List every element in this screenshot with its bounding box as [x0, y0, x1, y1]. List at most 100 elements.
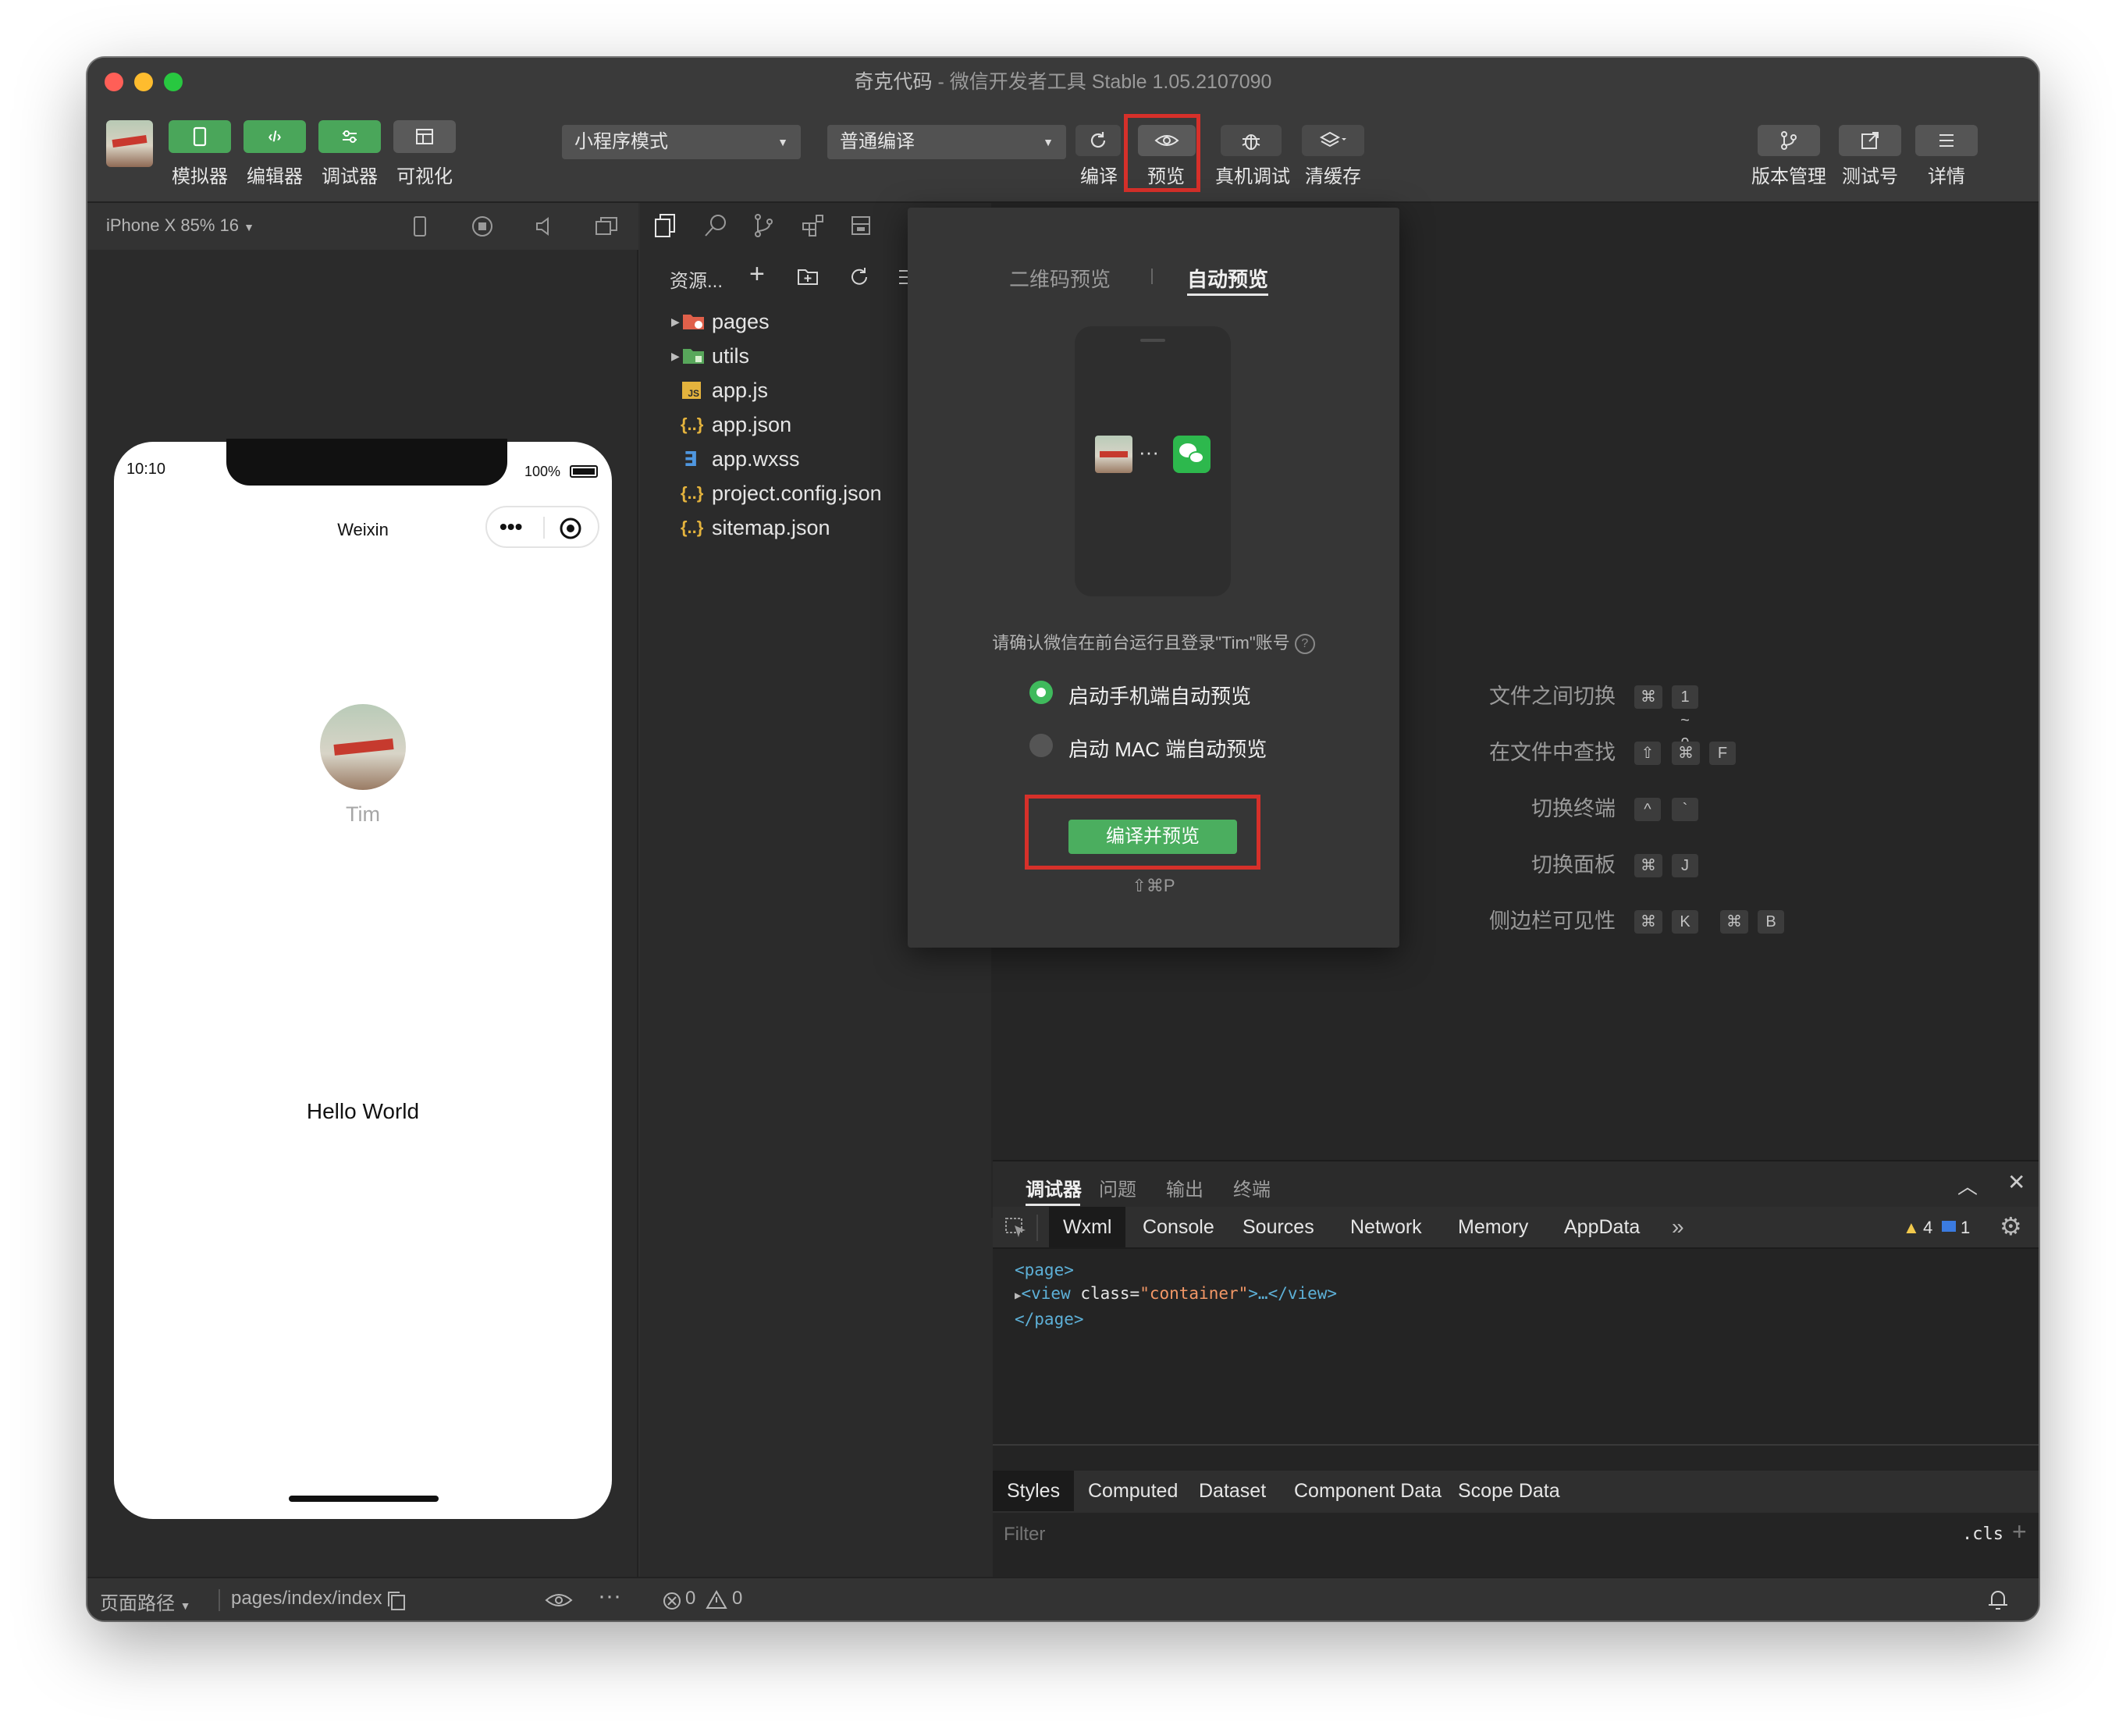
code-line-view[interactable]: ▶<view class="container">…</view>: [1015, 1282, 1337, 1307]
phone-icon: [193, 126, 207, 147]
error-count: 0: [685, 1588, 696, 1609]
page-path-select[interactable]: 页面路径 ▼: [100, 1588, 191, 1615]
stop-icon[interactable]: [470, 214, 495, 239]
more-icon[interactable]: ···: [598, 1583, 621, 1610]
file-item-project-config[interactable]: {..} project.config.json: [671, 476, 882, 510]
bell-icon[interactable]: [1987, 1588, 2009, 1613]
remote-debug-button[interactable]: [1221, 125, 1282, 156]
more-icon[interactable]: •••: [500, 515, 522, 539]
outline-icon[interactable]: [849, 214, 873, 237]
volume-icon[interactable]: [532, 214, 557, 239]
search-icon[interactable]: [702, 212, 729, 239]
styles-tab-component-data[interactable]: Component Data: [1280, 1471, 1456, 1511]
file-item-app-js[interactable]: JS app.js: [671, 373, 882, 407]
shortcut-key: J: [1672, 854, 1698, 877]
file-item-app-wxss[interactable]: ∃ app.wxss: [671, 442, 882, 476]
debugger-toggle-button[interactable]: [318, 120, 381, 153]
files-icon[interactable]: [652, 212, 679, 239]
devtools-tab-console[interactable]: Console: [1129, 1207, 1228, 1247]
message-count: 1: [1961, 1218, 1971, 1237]
wechat-icon: [1173, 436, 1211, 473]
shortcut-label: 文件之间切换: [1489, 685, 1616, 708]
tab-output[interactable]: 输出: [1166, 1174, 1203, 1201]
visual-toggle-button[interactable]: [393, 120, 456, 153]
chevron-down-icon: ▼: [777, 136, 788, 148]
editor-toggle-button[interactable]: ‹/›: [244, 120, 306, 153]
styles-tab-scope-data[interactable]: Scope Data: [1444, 1471, 1574, 1511]
file-item-utils[interactable]: ▶ utils: [671, 339, 882, 373]
tab-problems[interactable]: 问题: [1099, 1174, 1136, 1201]
code-line-page-open[interactable]: <page>: [1015, 1258, 1337, 1282]
code-line-page-close[interactable]: </page>: [1015, 1307, 1337, 1331]
copy-icon[interactable]: [386, 1589, 407, 1613]
chevron-up-icon[interactable]: ︿: [1957, 1171, 1978, 1200]
cls-toggle[interactable]: .cls: [1962, 1523, 2003, 1546]
capsule-divider: [543, 517, 545, 539]
message-icon[interactable]: [1942, 1221, 1956, 1232]
new-file-icon[interactable]: +: [749, 259, 765, 290]
warning-outline-icon[interactable]: [706, 1589, 727, 1611]
error-icon[interactable]: [662, 1591, 682, 1611]
test-account-button[interactable]: [1839, 125, 1901, 156]
mode-select-value: 小程序模式: [574, 131, 668, 152]
option-phone-auto-preview[interactable]: 启动手机端自动预览: [1068, 681, 1251, 710]
new-folder-icon[interactable]: [796, 265, 819, 287]
styles-tab-dataset[interactable]: Dataset: [1185, 1471, 1280, 1511]
more-tabs-icon[interactable]: »: [1672, 1215, 1684, 1240]
help-icon[interactable]: ?: [1294, 634, 1315, 655]
close-mini-program-icon[interactable]: [559, 517, 582, 540]
device-select[interactable]: iPhone X 85% 16 ▼: [106, 215, 254, 236]
tab-auto-preview[interactable]: 自动预览: [1187, 264, 1268, 293]
phone-speaker: [1140, 339, 1165, 342]
debug-icon: [343, 130, 357, 143]
status-bar: 页面路径 ▼ pages/index/index ··· 0 0: [87, 1577, 2039, 1620]
styles-tab-styles[interactable]: Styles: [993, 1471, 1075, 1511]
inspect-element-icon[interactable]: [1004, 1216, 1029, 1240]
styles-tab-computed[interactable]: Computed: [1074, 1471, 1192, 1511]
close-icon[interactable]: ✕: [2007, 1169, 2025, 1195]
avatar[interactable]: [106, 120, 153, 167]
mode-select[interactable]: 小程序模式 ▼: [562, 125, 801, 159]
simulator-label: 模拟器: [172, 166, 228, 187]
devtools-tab-wxml[interactable]: Wxml: [1049, 1207, 1126, 1247]
radio-mac-unselected[interactable]: [1029, 734, 1053, 757]
devtools-tab-memory[interactable]: Memory: [1444, 1207, 1542, 1247]
hello-text: Hello World: [306, 1099, 420, 1123]
details-button[interactable]: [1915, 125, 1978, 156]
notice-text: 请确认微信在前台运行且登录"Tim"账号: [992, 633, 1290, 653]
gear-icon[interactable]: ⚙: [2000, 1211, 2022, 1241]
window-mode-icon[interactable]: [593, 214, 620, 239]
devtools-tab-network[interactable]: Network: [1336, 1207, 1436, 1247]
simulator-panel: iPhone X 85% 16 ▼ 10:10 100% Weixin ••• …: [87, 203, 638, 1577]
extensions-icon[interactable]: [801, 212, 827, 239]
warning-icon[interactable]: ▲: [1903, 1218, 1920, 1238]
tab-terminal[interactable]: 终端: [1233, 1174, 1271, 1201]
js-file-icon: JS: [682, 382, 701, 399]
json-file-icon: {..}: [681, 483, 704, 503]
tab-qr-preview[interactable]: 二维码预览: [1009, 264, 1111, 293]
eye-icon[interactable]: [545, 1591, 573, 1610]
devtools-tab-sources[interactable]: Sources: [1228, 1207, 1328, 1247]
option-mac-auto-preview[interactable]: 启动 MAC 端自动预览: [1068, 734, 1267, 763]
shortcut-key: ^: [1634, 798, 1661, 821]
version-management-button[interactable]: [1758, 125, 1820, 156]
refresh-explorer-icon[interactable]: [848, 265, 871, 289]
compile-button[interactable]: [1075, 125, 1121, 156]
compile-mode-select[interactable]: 普通编译 ▼: [827, 125, 1066, 159]
file-item-app-json[interactable]: {..} app.json: [671, 407, 882, 442]
wechat-bubble-small: [1189, 451, 1204, 464]
source-control-icon[interactable]: [751, 212, 777, 239]
radio-phone-selected[interactable]: [1029, 681, 1053, 704]
styles-filter-input[interactable]: [993, 1517, 1922, 1552]
file-item-sitemap[interactable]: {..} sitemap.json: [671, 510, 882, 545]
kebab-menu-icon[interactable]: ⋮: [2035, 1213, 2039, 1239]
capsule-button[interactable]: •••: [485, 506, 599, 548]
splitter[interactable]: [993, 1444, 2039, 1446]
phone-outline-icon[interactable]: [409, 214, 431, 239]
file-item-pages[interactable]: ▶ pages: [671, 304, 882, 339]
add-style-icon[interactable]: +: [2012, 1517, 2027, 1546]
devtools-tab-appdata[interactable]: AppData: [1550, 1207, 1654, 1247]
tab-debugger[interactable]: 调试器: [1026, 1174, 1082, 1201]
clear-cache-button[interactable]: [1302, 125, 1364, 156]
simulator-toggle-button[interactable]: [169, 120, 231, 153]
